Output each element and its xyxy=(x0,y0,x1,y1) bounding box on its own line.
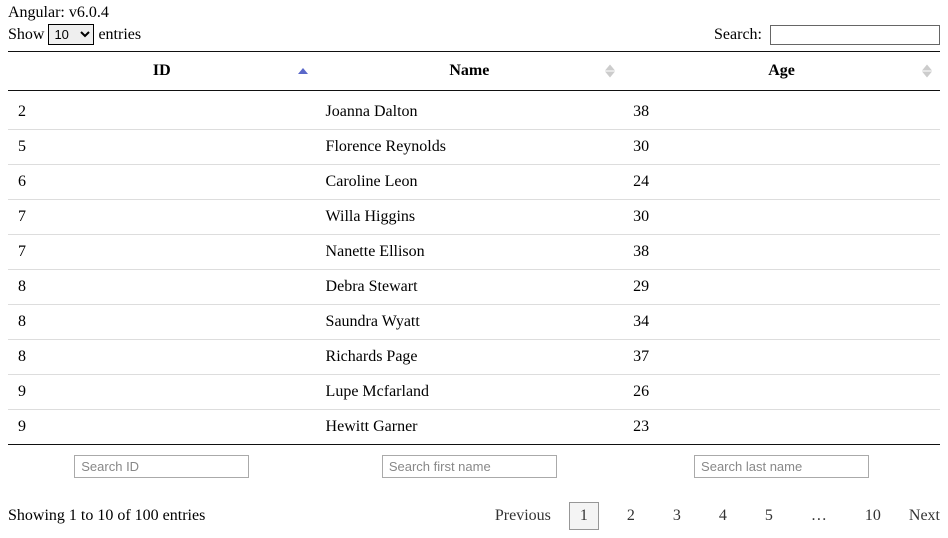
sort-icon xyxy=(922,65,932,78)
cell-name: Debra Stewart xyxy=(316,270,624,305)
column-title: ID xyxy=(153,62,171,79)
cell-id: 9 xyxy=(8,375,316,410)
page-2[interactable]: 2 xyxy=(617,503,645,529)
table-row: 7Nanette Ellison38 xyxy=(8,235,940,270)
cell-name: Richards Page xyxy=(316,340,624,375)
table-row: 7Willa Higgins30 xyxy=(8,200,940,235)
cell-age: 38 xyxy=(623,235,940,270)
table-row: 2Joanna Dalton38 xyxy=(8,91,940,130)
cell-name: Willa Higgins xyxy=(316,200,624,235)
table-row: 8Richards Page37 xyxy=(8,340,940,375)
column-filter-name[interactable] xyxy=(382,455,557,478)
cell-id: 7 xyxy=(8,200,316,235)
cell-id: 8 xyxy=(8,270,316,305)
page-10[interactable]: 10 xyxy=(855,503,891,529)
table-info: Showing 1 to 10 of 100 entries xyxy=(8,507,205,525)
page-4[interactable]: 4 xyxy=(709,503,737,529)
cell-age: 34 xyxy=(623,305,940,340)
previous-button[interactable]: Previous xyxy=(495,507,551,525)
cell-age: 23 xyxy=(623,410,940,445)
cell-age: 24 xyxy=(623,165,940,200)
column-filter-age[interactable] xyxy=(694,455,869,478)
sort-icon xyxy=(298,68,308,74)
pagination: Previous 12345 … 10 Next xyxy=(495,502,940,530)
cell-age: 30 xyxy=(623,130,940,165)
data-table: IDNameAge 2Joanna Dalton385Florence Reyn… xyxy=(8,51,940,488)
length-prefix: Show xyxy=(8,26,44,43)
column-filter-id[interactable] xyxy=(74,455,249,478)
cell-name: Saundra Wyatt xyxy=(316,305,624,340)
search-label: Search: xyxy=(714,26,762,43)
cell-age: 30 xyxy=(623,200,940,235)
sort-icon xyxy=(605,65,615,78)
page-5[interactable]: 5 xyxy=(755,503,783,529)
length-suffix: entries xyxy=(98,26,141,43)
app-version: Angular: v6.0.4 xyxy=(8,4,940,22)
cell-id: 2 xyxy=(8,91,316,130)
cell-name: Joanna Dalton xyxy=(316,91,624,130)
table-row: 6Caroline Leon24 xyxy=(8,165,940,200)
column-header-id[interactable]: ID xyxy=(8,52,316,91)
cell-age: 38 xyxy=(623,91,940,130)
column-header-name[interactable]: Name xyxy=(316,52,624,91)
table-row: 9Hewitt Garner23 xyxy=(8,410,940,445)
search-input[interactable] xyxy=(770,25,940,45)
cell-name: Hewitt Garner xyxy=(316,410,624,445)
page-ellipsis: … xyxy=(801,503,837,529)
global-search: Search: xyxy=(714,25,940,45)
next-button[interactable]: Next xyxy=(909,507,940,525)
cell-name: Nanette Ellison xyxy=(316,235,624,270)
cell-id: 8 xyxy=(8,340,316,375)
cell-id: 8 xyxy=(8,305,316,340)
cell-age: 37 xyxy=(623,340,940,375)
table-row: 8Saundra Wyatt34 xyxy=(8,305,940,340)
cell-id: 5 xyxy=(8,130,316,165)
table-row: 5Florence Reynolds30 xyxy=(8,130,940,165)
cell-age: 29 xyxy=(623,270,940,305)
page-1[interactable]: 1 xyxy=(569,502,599,530)
cell-name: Lupe Mcfarland xyxy=(316,375,624,410)
cell-id: 7 xyxy=(8,235,316,270)
cell-name: Caroline Leon xyxy=(316,165,624,200)
table-row: 8Debra Stewart29 xyxy=(8,270,940,305)
column-title: Age xyxy=(768,62,795,79)
column-header-age[interactable]: Age xyxy=(623,52,940,91)
page-3[interactable]: 3 xyxy=(663,503,691,529)
length-select[interactable]: 102550100 xyxy=(48,24,94,45)
table-row: 9Lupe Mcfarland26 xyxy=(8,375,940,410)
cell-id: 6 xyxy=(8,165,316,200)
cell-id: 9 xyxy=(8,410,316,445)
cell-name: Florence Reynolds xyxy=(316,130,624,165)
length-control: Show 102550100 entries xyxy=(8,24,141,45)
column-title: Name xyxy=(449,62,489,79)
cell-age: 26 xyxy=(623,375,940,410)
